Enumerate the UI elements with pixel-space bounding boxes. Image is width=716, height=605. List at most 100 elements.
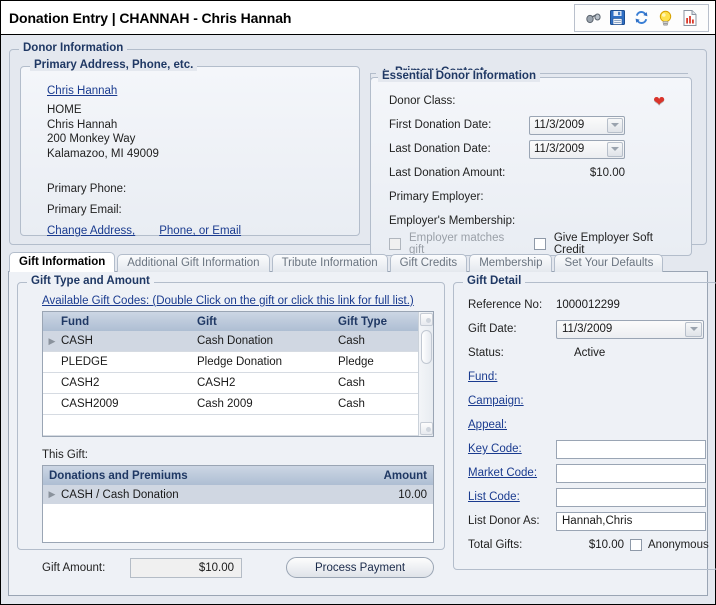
gift-type-and-amount-group: Gift Type and Amount Available Gift Code… <box>17 275 445 578</box>
column-header-gift-type[interactable]: Gift Type <box>338 316 418 328</box>
anonymous-checkbox[interactable] <box>630 539 642 551</box>
gift-detail-legend: Gift Detail <box>463 275 526 287</box>
upper-region: Donor Information Primary Address, Phone… <box>1 35 715 256</box>
table-row[interactable]: ▶ CASH / Cash Donation 10.00 <box>43 485 433 504</box>
key-code-link[interactable]: Key Code: <box>468 443 556 455</box>
table-row[interactable]: PLEDGE Pledge Donation Pledge <box>43 352 418 373</box>
last-donation-date-input[interactable]: 11/3/2009 <box>529 139 625 159</box>
first-donation-date-row: First Donation Date: 11/3/2009 <box>381 113 681 137</box>
scroll-thumb[interactable] <box>421 330 432 364</box>
primary-email-label: Primary Email: <box>47 204 122 216</box>
list-donor-as-label: List Donor As: <box>468 515 540 527</box>
donor-information-group: Donor Information Primary Address, Phone… <box>9 42 707 256</box>
market-code-link[interactable]: Market Code: <box>468 467 556 479</box>
campaign-row: Campaign: <box>462 389 709 413</box>
total-gifts-label: Total Gifts: <box>468 539 523 551</box>
column-header-gift[interactable]: Gift <box>197 316 338 328</box>
tab-additional-gift-information[interactable]: Additional Gift Information <box>117 254 270 272</box>
donor-class-row: Donor Class: ❤ <box>381 89 681 113</box>
last-donation-date-label: Last Donation Date: <box>389 143 491 155</box>
table-row[interactable]: ▶ CASH Cash Donation Cash <box>43 331 418 352</box>
list-donor-as-row: List Donor As: Hannah,Chris <box>462 509 709 533</box>
cell-donation-name: CASH / Cash Donation <box>61 488 179 501</box>
campaign-link[interactable]: Campaign: <box>468 395 556 407</box>
refresh-icon[interactable] <box>633 9 650 26</box>
reference-no-label: Reference No: <box>468 299 543 311</box>
status-value: Active <box>574 347 606 359</box>
gift-information-panel: Gift Type and Amount Available Gift Code… <box>8 271 716 596</box>
gift-codes-grid-body: Fund Gift Gift Type ▶ CASH Cash Donation… <box>43 312 418 436</box>
last-donation-amount-value: $10.00 <box>589 167 625 179</box>
change-address-link[interactable]: Change Address, <box>47 225 135 237</box>
address-name: Chris Hannah <box>47 118 118 131</box>
scroll-up-button[interactable] <box>420 313 433 326</box>
donor-name-link[interactable]: Chris Hannah <box>47 85 345 97</box>
last-donation-amount-label: Last Donation Amount: <box>389 167 506 179</box>
gift-amount-field[interactable]: $10.00 <box>130 557 242 578</box>
gift-amount-label: Gift Amount: <box>42 561 106 574</box>
last-donation-date-value: 11/3/2009 <box>534 143 585 155</box>
cell-gift-type: Pledge <box>338 356 374 368</box>
anonymous-label: Anonymous <box>648 539 709 551</box>
fund-link[interactable]: Fund: <box>468 371 556 383</box>
appeal-link[interactable]: Appeal: <box>468 419 556 431</box>
gift-detail-group: Gift Detail Reference No: 1000012299 Gif… <box>453 275 716 570</box>
this-gift-label: This Gift: <box>42 449 89 461</box>
primary-address-legend: Primary Address, Phone, etc. <box>30 59 198 71</box>
primary-phone-label: Primary Phone: <box>47 183 127 195</box>
tab-membership[interactable]: Membership <box>469 254 553 272</box>
cell-gift-type: Cash <box>338 398 365 410</box>
column-header-fund[interactable]: Fund <box>61 316 197 328</box>
toolbar <box>574 3 709 32</box>
chevron-down-icon[interactable] <box>607 141 623 157</box>
cell-fund: PLEDGE <box>61 356 108 368</box>
key-code-input[interactable] <box>556 439 706 459</box>
first-donation-date-input[interactable]: 11/3/2009 <box>529 115 625 135</box>
tab-tribute-information[interactable]: Tribute Information <box>271 254 388 272</box>
tab-gift-information[interactable]: Gift Information <box>9 252 116 272</box>
report-icon[interactable] <box>681 9 698 26</box>
gift-codes-grid-header: Fund Gift Gift Type <box>43 312 418 331</box>
gift-amount-row: Gift Amount: $10.00 Process Payment <box>42 557 436 578</box>
appeal-row: Appeal: <box>462 413 709 437</box>
essential-donor-information-legend: Essential Donor Information <box>378 70 540 82</box>
cell-gift: Cash Donation <box>197 335 274 347</box>
tab-gift-credits[interactable]: Gift Credits <box>389 254 468 272</box>
binoculars-icon[interactable] <box>585 9 602 26</box>
table-row[interactable]: CASH2 CASH2 Cash <box>43 373 418 394</box>
status-label: Status: <box>468 347 504 359</box>
list-code-link[interactable]: List Code: <box>468 491 556 503</box>
tab-set-your-defaults[interactable]: Set Your Defaults <box>554 254 664 272</box>
cell-donation-amount: 10.00 <box>398 488 427 501</box>
primary-employer-label: Primary Employer: <box>389 191 484 203</box>
fund-row: Fund: <box>462 365 709 389</box>
employer-matches-gift-checkbox[interactable] <box>389 238 401 250</box>
gift-date-input[interactable]: 11/3/2009 <box>556 319 704 339</box>
gift-date-label: Gift Date: <box>468 323 517 335</box>
title-bar: Donation Entry | CHANNAH - Chris Hannah <box>1 1 715 35</box>
primary-address-group: Primary Address, Phone, etc. Chris Hanna… <box>20 59 360 237</box>
cell-gift: Cash 2009 <box>197 398 253 410</box>
primary-employer-row: Primary Employer: <box>381 185 681 209</box>
process-payment-button[interactable]: Process Payment <box>286 557 434 578</box>
chevron-down-icon[interactable] <box>607 117 623 133</box>
tab-strip: Gift Information Additional Gift Informa… <box>1 252 715 272</box>
column-header-donations-premiums: Donations and Premiums <box>49 469 188 482</box>
chevron-down-icon[interactable] <box>685 321 702 337</box>
lightbulb-icon[interactable] <box>657 9 674 26</box>
donation-entry-window: Donation Entry | CHANNAH - Chris Hannah <box>0 0 716 605</box>
give-employer-soft-credit-checkbox[interactable] <box>533 238 546 250</box>
save-icon[interactable] <box>609 9 626 26</box>
list-donor-as-input[interactable]: Hannah,Chris <box>556 511 706 531</box>
available-gift-codes-link[interactable]: Available Gift Codes: (Double Click on t… <box>42 295 436 307</box>
table-row-empty <box>43 415 418 436</box>
gift-codes-scrollbar[interactable] <box>418 312 433 436</box>
cell-gift: CASH2 <box>197 377 236 389</box>
market-code-input[interactable] <box>556 463 706 483</box>
list-code-input[interactable] <box>556 487 706 507</box>
address-city-state-zip: Kalamazoo, MI 49009 <box>47 147 159 160</box>
reference-no-row: Reference No: 1000012299 <box>462 293 709 317</box>
scroll-down-button[interactable] <box>420 422 433 435</box>
phone-or-email-link[interactable]: Phone, or Email <box>159 225 241 237</box>
table-row[interactable]: CASH2009 Cash 2009 Cash <box>43 394 418 415</box>
